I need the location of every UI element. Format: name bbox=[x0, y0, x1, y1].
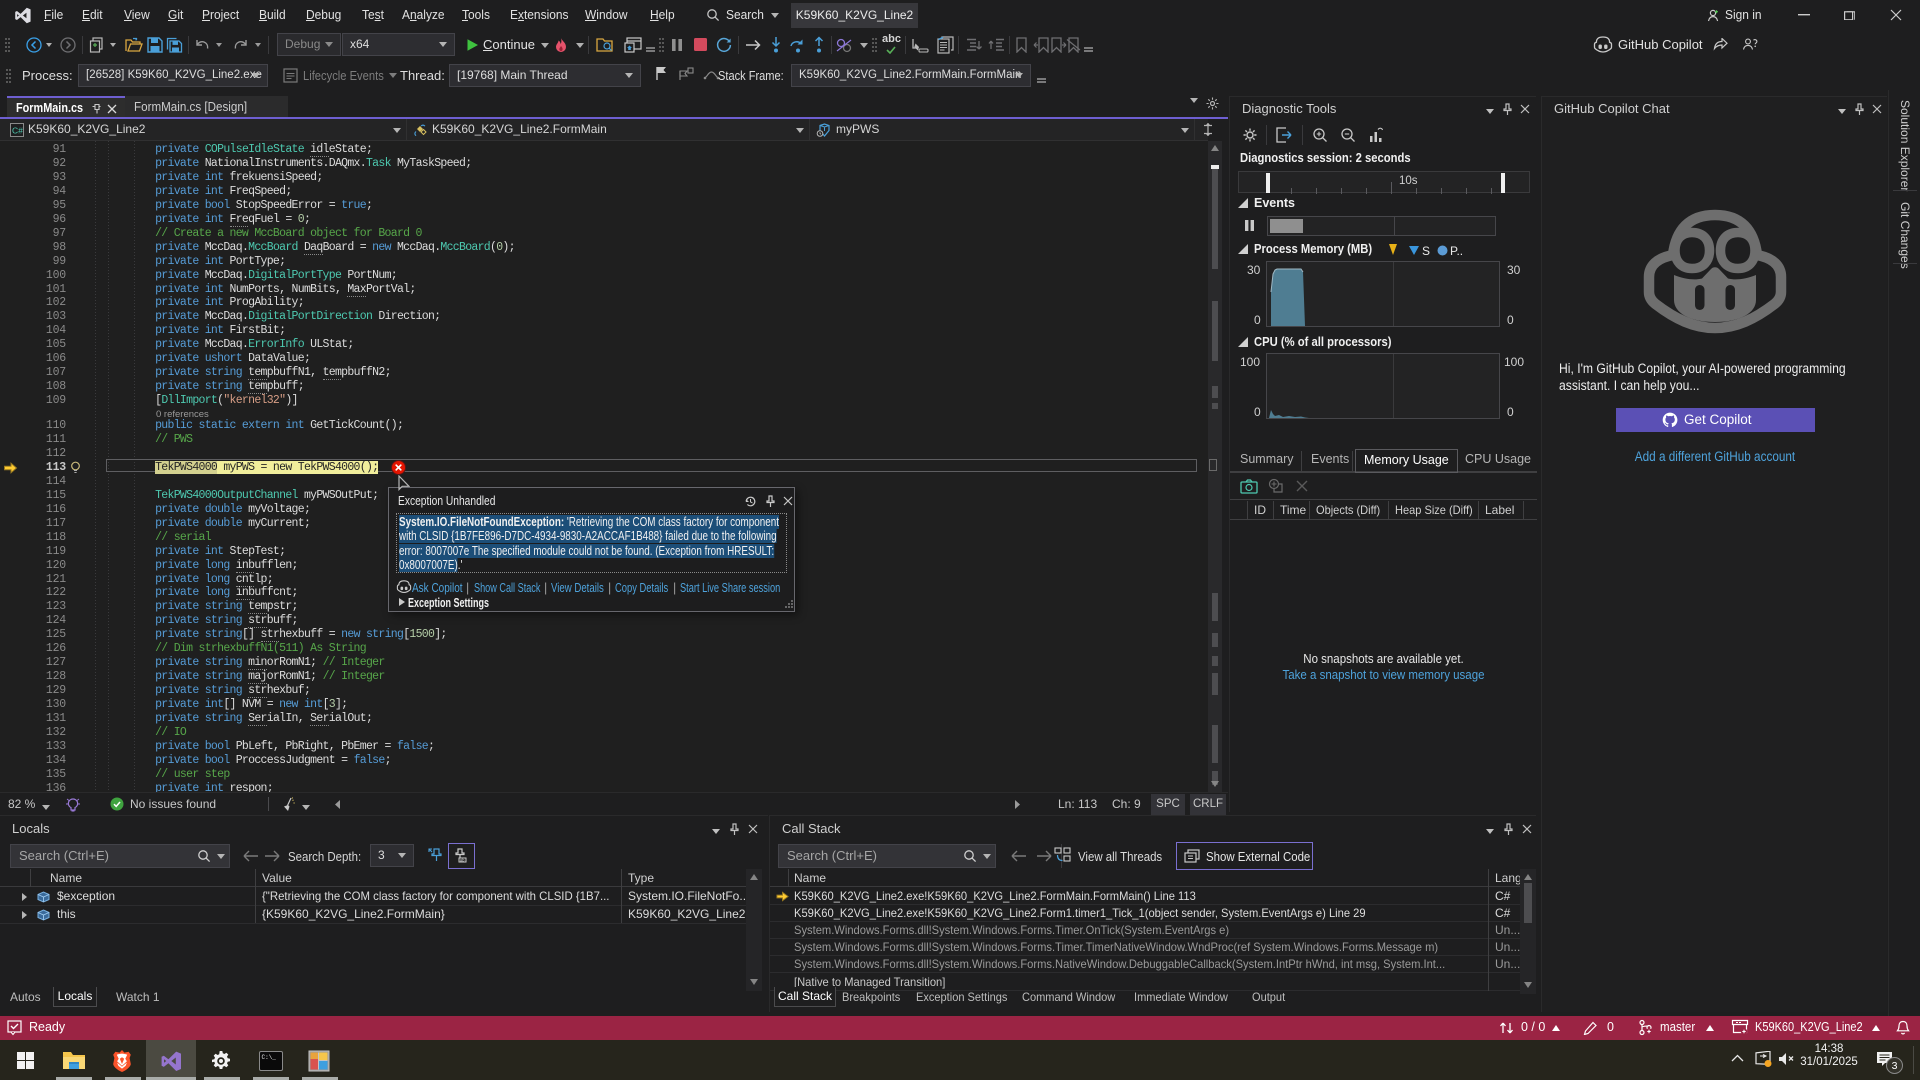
svg-text:C#: C# bbox=[12, 126, 23, 136]
svg-text:ab: ab bbox=[460, 858, 465, 863]
svg-text:C:\_: C:\_ bbox=[262, 1054, 277, 1061]
